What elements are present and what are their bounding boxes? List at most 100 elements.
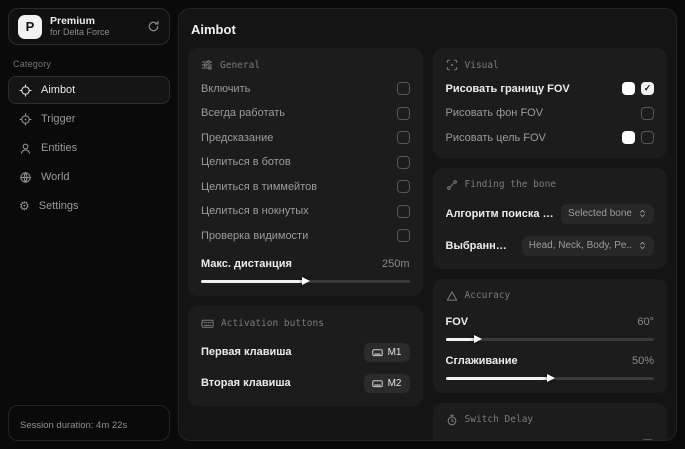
selected-bones-label: Выбранные кос (446, 240, 516, 252)
selected-bones-value: Head, Neck, Body, Pe.. (529, 240, 632, 251)
target-bots-checkbox[interactable] (397, 156, 410, 169)
category-label: Category (13, 59, 170, 69)
row-controls (622, 131, 654, 144)
row-controls (641, 107, 654, 120)
timer-icon (446, 414, 458, 426)
target-teammates-checkbox[interactable] (397, 180, 410, 193)
bone-card-title: Finding the bone (465, 179, 557, 190)
slider-thumb[interactable] (547, 374, 555, 382)
sidebar-item-settings[interactable]: ⚙ Settings (8, 192, 170, 220)
bone-icon (446, 179, 458, 191)
activation-card-title: Activation buttons (221, 318, 324, 329)
toggle-row-always-work: Всегда работать (201, 106, 410, 120)
selected-bones-select[interactable]: Head, Neck, Body, Pe.. (522, 236, 654, 256)
smoothing-row: Сглаживание 50% (446, 354, 655, 368)
keyboard-icon (372, 378, 383, 389)
switch-delay-checkbox[interactable] (641, 439, 654, 441)
app-logo: P (18, 15, 42, 39)
slider-fill (446, 338, 477, 341)
toggle-row-target-knocked: Целиться в нокнутых (201, 204, 410, 218)
fov-border-color-swatch[interactable] (622, 82, 635, 95)
slider-fill (446, 377, 550, 380)
main-panel: Aimbot General (178, 8, 677, 441)
draw-fov-border-checkbox[interactable] (641, 82, 654, 95)
draw-fov-border-label: Рисовать границу FOV (446, 83, 570, 95)
sidebar-item-world[interactable]: World (8, 163, 170, 191)
bone-algorithm-select[interactable]: Selected bone (561, 204, 654, 224)
frame-target-icon (446, 59, 458, 71)
toggle-label: Предсказание (201, 132, 273, 144)
draw-fov-background-row: Рисовать фон FOV (446, 106, 655, 120)
target-knocked-checkbox[interactable] (397, 205, 410, 218)
sync-icon[interactable] (147, 20, 160, 33)
triangle-icon (446, 290, 458, 302)
fov-slider[interactable] (446, 338, 655, 341)
second-key-row: Вторая клавиша M2 (201, 374, 410, 393)
switch-delay-card-title: Switch Delay (465, 414, 534, 425)
accuracy-card-header: Accuracy (446, 290, 655, 302)
max-distance-row: Макс. дистанция 250m (201, 257, 410, 271)
brand-subtitle: for Delta Force (50, 27, 110, 37)
always-work-checkbox[interactable] (397, 107, 410, 120)
brand-card: P Premium for Delta Force (8, 8, 170, 45)
toggle-label: Целиться в ботов (201, 156, 291, 168)
sidebar-item-label: Trigger (41, 113, 75, 125)
switch-delay-card-header: Switch Delay (446, 414, 655, 426)
enable-checkbox[interactable] (397, 82, 410, 95)
draw-fov-target-checkbox[interactable] (641, 131, 654, 144)
fov-target-color-swatch[interactable] (622, 131, 635, 144)
max-distance-slider[interactable] (201, 280, 410, 283)
fov-label: FOV (446, 316, 469, 328)
draw-fov-border-row: Рисовать границу FOV (446, 82, 655, 96)
smoothing-label: Сглаживание (446, 355, 518, 367)
visibility-check-checkbox[interactable] (397, 229, 410, 242)
sliders-icon (201, 59, 213, 71)
smoothing-slider[interactable] (446, 377, 655, 380)
prediction-checkbox[interactable] (397, 131, 410, 144)
first-key-label: Первая клавиша (201, 346, 292, 358)
brand-text: Premium for Delta Force (50, 15, 110, 37)
draw-fov-background-checkbox[interactable] (641, 107, 654, 120)
right-column: Visual Рисовать границу FOV Рисовать фон… (433, 48, 668, 441)
page-title: Aimbot (191, 22, 676, 37)
switch-delay-toggle-row: Задержка переключения (446, 439, 655, 442)
visual-card-header: Visual (446, 59, 655, 71)
sidebar: P Premium for Delta Force Category Aimbo… (8, 8, 170, 441)
unfold-icon (638, 209, 647, 218)
draw-fov-target-row: Рисовать цель FOV (446, 131, 655, 145)
selected-bones-row: Выбранные кос Head, Neck, Body, Pe.. (446, 236, 655, 256)
bone-algorithm-row: Алгоритм поиска кост Selected bone (446, 204, 655, 224)
first-keybind-button[interactable]: M1 (364, 343, 410, 362)
second-keybind-button[interactable]: M2 (364, 374, 410, 393)
unfold-icon (638, 241, 647, 250)
sidebar-item-aimbot[interactable]: Aimbot (8, 76, 170, 104)
keyboard-icon (201, 317, 214, 330)
general-card-title: General (220, 60, 260, 71)
accuracy-card: Accuracy FOV 60° Сглаживание 50% (433, 279, 668, 393)
brand-title: Premium (50, 15, 110, 27)
fov-row: FOV 60° (446, 315, 655, 329)
toggle-label: Всегда работать (201, 107, 285, 119)
bone-algorithm-value: Selected bone (568, 208, 632, 219)
left-column: General Включить Всегда работать Предска… (188, 48, 423, 406)
slider-thumb[interactable] (302, 277, 310, 285)
smoothing-value: 50% (632, 355, 654, 367)
entities-icon (19, 142, 32, 155)
toggle-row-prediction: Предсказание (201, 131, 410, 145)
session-duration: Session duration: 4m 22s (8, 405, 170, 441)
toggle-row-enable: Включить (201, 82, 410, 96)
sidebar-nav: Aimbot Trigger Entities (8, 76, 170, 220)
sidebar-item-label: World (41, 171, 70, 183)
row-controls (622, 82, 654, 95)
keyboard-icon (372, 347, 383, 358)
slider-thumb[interactable] (474, 335, 482, 343)
slider-fill (201, 280, 305, 283)
toggle-row-target-bots: Целиться в ботов (201, 155, 410, 169)
fov-value: 60° (637, 316, 654, 328)
bone-algorithm-label: Алгоритм поиска кост (446, 208, 556, 220)
draw-fov-background-label: Рисовать фон FOV (446, 107, 544, 119)
sidebar-item-trigger[interactable]: Trigger (8, 105, 170, 133)
second-key-label: Вторая клавиша (201, 377, 291, 389)
sidebar-item-entities[interactable]: Entities (8, 134, 170, 162)
first-key-row: Первая клавиша M1 (201, 343, 410, 362)
